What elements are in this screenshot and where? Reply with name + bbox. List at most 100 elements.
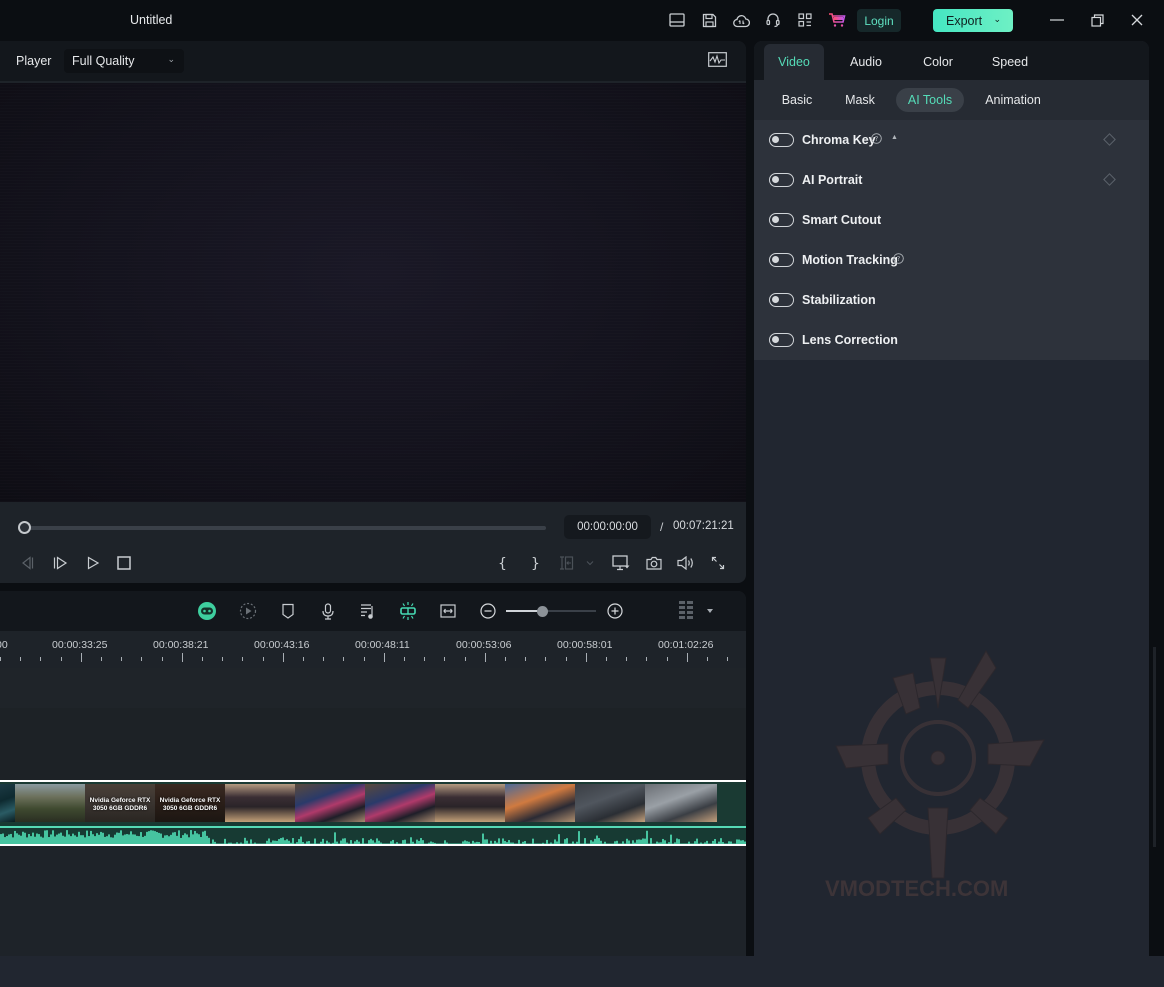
video-preview[interactable] <box>0 83 746 502</box>
fullscreen-icon[interactable] <box>708 553 728 573</box>
tab-video[interactable]: Video <box>764 44 824 80</box>
lens-correction-toggle[interactable] <box>769 333 794 347</box>
insert-clip-icon[interactable] <box>556 553 576 573</box>
snapshot-camera-icon[interactable] <box>644 553 664 573</box>
subtab-ai-tools[interactable]: AI Tools <box>896 88 964 112</box>
zoom-in-icon[interactable] <box>605 601 625 621</box>
waveform-bar <box>264 843 266 844</box>
waveform-bar <box>724 843 726 844</box>
ai-tool-chroma-key: Chroma Key ? ▲ <box>754 120 1149 160</box>
minimize-button[interactable] <box>1047 10 1067 30</box>
marker-icon[interactable] <box>278 601 298 621</box>
zoom-slider-handle[interactable] <box>537 606 548 617</box>
previous-frame-icon[interactable] <box>17 553 37 573</box>
tab-speed[interactable]: Speed <box>980 44 1040 80</box>
waveform-bar <box>124 834 126 844</box>
volume-icon[interactable] <box>676 553 696 573</box>
stop-icon[interactable] <box>114 553 134 573</box>
video-clip[interactable]: Nvidia Geforce RTX 3050 6GB GDDR6 Nvidia … <box>0 780 746 846</box>
playhead-handle[interactable] <box>18 521 31 534</box>
headset-icon[interactable] <box>764 11 782 29</box>
ai-portrait-toggle[interactable] <box>769 173 794 187</box>
export-button[interactable]: Export ⌄ <box>933 9 1013 32</box>
video-scope-icon[interactable] <box>708 52 727 67</box>
login-button[interactable]: Login <box>857 9 901 32</box>
tab-color[interactable]: Color <box>908 44 968 80</box>
ai-tool-label: Chroma Key <box>802 133 876 147</box>
waveform-bar <box>498 838 500 844</box>
timeline-panel: 00 00:00:33:25 00:00:38:21 00:00:43:16 00:00… <box>0 591 746 956</box>
play-icon[interactable] <box>83 553 103 573</box>
ruler-time-label: 00:00:53:06 <box>456 639 512 651</box>
timeline-toolbar <box>0 591 746 631</box>
waveform-bar <box>216 843 218 844</box>
ruler-tick <box>263 657 264 661</box>
fit-timeline-icon[interactable] <box>438 601 458 621</box>
waveform-bar <box>38 834 40 844</box>
waveform-bar <box>560 843 562 844</box>
waveform-bar <box>512 842 514 844</box>
zoom-out-icon[interactable] <box>478 601 498 621</box>
waveform-bar <box>488 843 490 844</box>
waveform-bar <box>212 839 214 844</box>
waveform-bar <box>598 838 600 844</box>
chroma-key-toggle[interactable] <box>769 133 794 147</box>
audio-meter-icon[interactable] <box>676 601 696 621</box>
waveform-bar <box>82 835 84 844</box>
save-icon[interactable] <box>700 11 718 29</box>
audio-meter-dropdown-icon[interactable] <box>700 601 720 621</box>
insert-options-chevron-icon[interactable] <box>580 553 600 573</box>
subtab-basic[interactable]: Basic <box>772 88 822 112</box>
help-icon[interactable]: ? <box>893 253 904 264</box>
smart-cutout-toggle[interactable] <box>769 213 794 227</box>
next-frame-icon[interactable] <box>50 553 70 573</box>
keyframe-icon[interactable] <box>1103 133 1116 146</box>
waveform-bar <box>438 843 440 844</box>
waveform-bar <box>698 843 700 844</box>
close-button[interactable] <box>1127 10 1147 30</box>
layout-icon[interactable] <box>668 11 686 29</box>
waveform-bar <box>374 842 376 844</box>
timecode-separator: / <box>660 520 664 534</box>
stabilization-toggle[interactable] <box>769 293 794 307</box>
waveform-bar <box>40 836 42 844</box>
mark-out-icon[interactable]: } <box>525 553 545 573</box>
cart-icon[interactable] <box>828 11 846 29</box>
motion-tracking-toggle[interactable] <box>769 253 794 267</box>
auto-reframe-icon[interactable] <box>238 601 258 621</box>
timeline-zoom-slider[interactable] <box>506 610 596 612</box>
mark-in-icon[interactable]: { <box>492 553 512 573</box>
restore-button[interactable] <box>1087 10 1107 30</box>
grid-apps-icon[interactable] <box>796 11 814 29</box>
ruler-tick <box>323 657 324 661</box>
display-settings-icon[interactable] <box>611 553 631 573</box>
magnetic-snap-icon[interactable] <box>398 601 418 621</box>
collapse-arrow-icon[interactable]: ▲ <box>891 134 898 141</box>
quality-dropdown[interactable]: Full Quality ⌄ <box>64 49 184 73</box>
chevron-down-icon[interactable]: ⌄ <box>993 14 1001 25</box>
waveform-bar <box>744 841 746 844</box>
subtab-mask[interactable]: Mask <box>836 88 884 112</box>
waveform-bar <box>376 838 378 844</box>
help-icon[interactable]: ? <box>871 133 882 144</box>
properties-panel: Video Audio Color Speed Basic Mask AI To… <box>754 41 1149 956</box>
edge-scrollbar[interactable] <box>1153 647 1156 847</box>
music-track-icon[interactable] <box>358 601 378 621</box>
microphone-icon[interactable] <box>318 601 338 621</box>
waveform-bar <box>468 841 470 844</box>
ruler-tick <box>61 657 62 661</box>
keyframe-icon[interactable] <box>1103 173 1116 186</box>
empty-track[interactable] <box>0 668 746 708</box>
ai-tool-label: Motion Tracking <box>802 253 898 267</box>
tab-audio[interactable]: Audio <box>836 44 896 80</box>
empty-track[interactable] <box>0 708 746 780</box>
current-timecode[interactable]: 00:00:00:00 <box>564 515 651 539</box>
ai-copilot-icon[interactable] <box>197 601 217 621</box>
waveform-bar <box>296 842 298 844</box>
cloud-upload-icon[interactable] <box>732 11 750 29</box>
subtab-animation[interactable]: Animation <box>976 88 1050 112</box>
waveform-bar <box>324 843 326 844</box>
timeline-ruler[interactable]: 00 00:00:33:25 00:00:38:21 00:00:43:16 00:00… <box>0 631 746 668</box>
waveform-bar <box>470 843 472 844</box>
playback-scrubber[interactable] <box>24 526 546 530</box>
